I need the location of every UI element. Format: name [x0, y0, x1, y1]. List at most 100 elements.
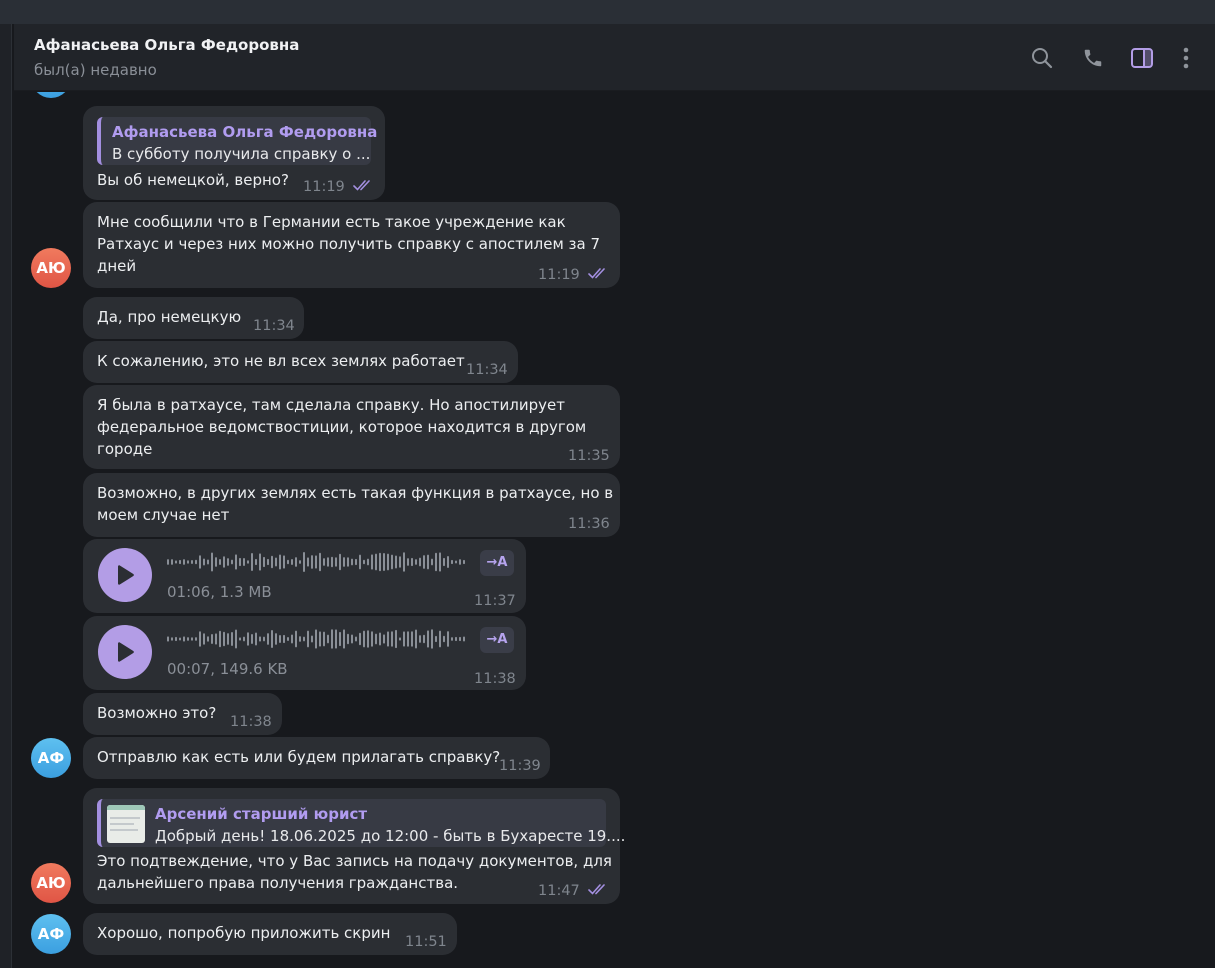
avatar[interactable]: АФ	[31, 914, 71, 954]
reply-text: Добрый день! 18.06.2025 до 12:00 - быть …	[155, 827, 626, 845]
waveform-bar	[371, 631, 373, 647]
waveform-bar	[323, 558, 325, 566]
waveform-bar	[339, 553, 341, 571]
message-line: Возможно, в других землях есть такая фун…	[97, 484, 614, 502]
message-text: Я была в ратхаусе, там сделала справку. …	[97, 394, 586, 460]
waveform-bar	[443, 557, 445, 567]
waveform-bar	[291, 559, 293, 565]
waveform-bar	[183, 636, 185, 642]
waveform-bar	[331, 629, 333, 649]
message-bubble[interactable]: Отправлю как есть или будем прилагать сп…	[83, 737, 550, 779]
waveform-bar	[283, 555, 285, 569]
waveform-bar	[251, 634, 253, 644]
message-bubble[interactable]: Арсений старший юрист Добрый день! 18.06…	[83, 788, 625, 904]
message-time: 11:36	[568, 516, 610, 532]
waveform-bar	[451, 559, 453, 565]
waveform-bar	[231, 559, 233, 565]
waveform-bar	[435, 552, 437, 572]
message-bubble[interactable]: Да, про немецкую 11:34	[83, 297, 304, 339]
read-ticks-icon	[353, 180, 370, 191]
message-time: 11:38	[230, 714, 272, 730]
waveform-bar	[287, 636, 289, 642]
avatar[interactable]: АФ	[31, 738, 71, 778]
message-bubble[interactable]: Я была в ратхаусе, там сделала справку. …	[83, 385, 620, 469]
waveform-bar	[431, 558, 433, 566]
reply-quote[interactable]: Арсений старший юрист Добрый день! 18.06…	[97, 799, 625, 847]
waveform-bar	[183, 559, 185, 565]
waveform-bar	[387, 553, 389, 571]
waveform-bar	[447, 631, 449, 647]
waveform-bar	[355, 558, 357, 566]
message-bubble[interactable]: К сожалению, это не вл всех землях работ…	[83, 341, 518, 383]
message-time: 11:34	[466, 362, 508, 378]
voice-message[interactable]: 01:06, 1.3 MB →A 11:37	[83, 539, 526, 613]
message-bubble[interactable]: Мне сообщили что в Германии есть такое у…	[83, 202, 620, 288]
waveform-bar	[379, 552, 381, 572]
waveform-bar	[239, 557, 241, 567]
waveform-bar	[391, 631, 393, 647]
message-bubble[interactable]: Возможно это? 11:38	[83, 693, 282, 735]
waveform-bar	[171, 637, 173, 641]
waveform-bar	[403, 552, 405, 572]
waveform-bar	[415, 629, 417, 649]
waveform-bar	[319, 552, 321, 572]
message-time: 11:47	[538, 883, 580, 899]
contact-name[interactable]: Афанасьева Ольга Федоровна	[34, 36, 299, 54]
waveform-bar	[255, 632, 257, 646]
message-line: федеральное ведомствостиции, которое нах…	[97, 418, 587, 436]
message-time: 11:37	[474, 593, 516, 609]
reply-quote[interactable]: Афанасьева Ольга Федоровна В субботу пол…	[97, 117, 377, 165]
transcribe-button[interactable]: →A	[480, 627, 514, 653]
waveform-bar	[427, 554, 429, 570]
waveform-bar	[363, 559, 365, 565]
voice-message[interactable]: 00:07, 149.6 KB →A 11:38	[83, 616, 526, 690]
waveform-bar	[299, 636, 301, 642]
voice-duration-size: 01:06, 1.3 MB	[167, 583, 272, 601]
waveform-bar	[179, 637, 181, 641]
more-menu-icon[interactable]	[1174, 46, 1198, 70]
search-icon[interactable]	[1030, 46, 1054, 70]
waveform-bar	[387, 631, 389, 647]
waveform-bar	[227, 558, 229, 566]
transcribe-button[interactable]: →A	[480, 550, 514, 576]
waveform-bar	[423, 555, 425, 569]
waveform-bar	[295, 557, 297, 567]
avatar[interactable]: АЮ	[31, 248, 71, 288]
window-top-strip	[0, 0, 1215, 24]
play-button[interactable]	[98, 625, 152, 679]
waveform-bar	[215, 557, 217, 567]
waveform-bar	[415, 559, 417, 565]
waveform-bar	[199, 555, 201, 569]
waveform-bar	[219, 558, 221, 566]
waveform-bar	[267, 633, 269, 645]
waveform-bar	[215, 633, 217, 645]
phone-icon[interactable]	[1081, 46, 1105, 70]
waveform[interactable]	[167, 628, 467, 650]
message-bubble[interactable]: Афанасьева Ольга Федоровна В субботу пол…	[83, 106, 385, 200]
waveform-bar	[287, 559, 289, 565]
chat-header: Афанасьева Ольга Федоровна был(а) недавн…	[14, 24, 1215, 91]
waveform-bar	[459, 559, 461, 565]
message-text: Возможно это?	[97, 704, 217, 722]
waveform-bar	[315, 629, 317, 649]
message-text: К сожалению, это не вл всех землях работ…	[97, 352, 465, 370]
waveform-bar	[367, 630, 369, 648]
waveform[interactable]	[167, 551, 467, 573]
waveform-bar	[371, 554, 373, 570]
waveform-bar	[303, 636, 305, 642]
message-bubble[interactable]: Возможно, в других землях есть такая фун…	[83, 473, 620, 537]
message-list[interactable]: Афанасьева Ольга Федоровна В субботу пол…	[14, 92, 1215, 968]
avatar[interactable]: АЮ	[31, 863, 71, 903]
play-button[interactable]	[98, 548, 152, 602]
message-text: Возможно, в других землях есть такая фун…	[97, 482, 613, 526]
waveform-bar	[271, 555, 273, 569]
waveform-bar	[235, 554, 237, 570]
waveform-bar	[383, 553, 385, 571]
sidebar-toggle-icon[interactable]	[1130, 46, 1154, 70]
waveform-bar	[375, 633, 377, 645]
message-bubble[interactable]: Хорошо, попробую приложить скрин 11:51	[83, 913, 457, 955]
chat-list-edge	[0, 24, 12, 968]
waveform-bar	[343, 557, 345, 567]
contact-status: был(а) недавно	[34, 61, 157, 79]
waveform-bar	[247, 632, 249, 646]
